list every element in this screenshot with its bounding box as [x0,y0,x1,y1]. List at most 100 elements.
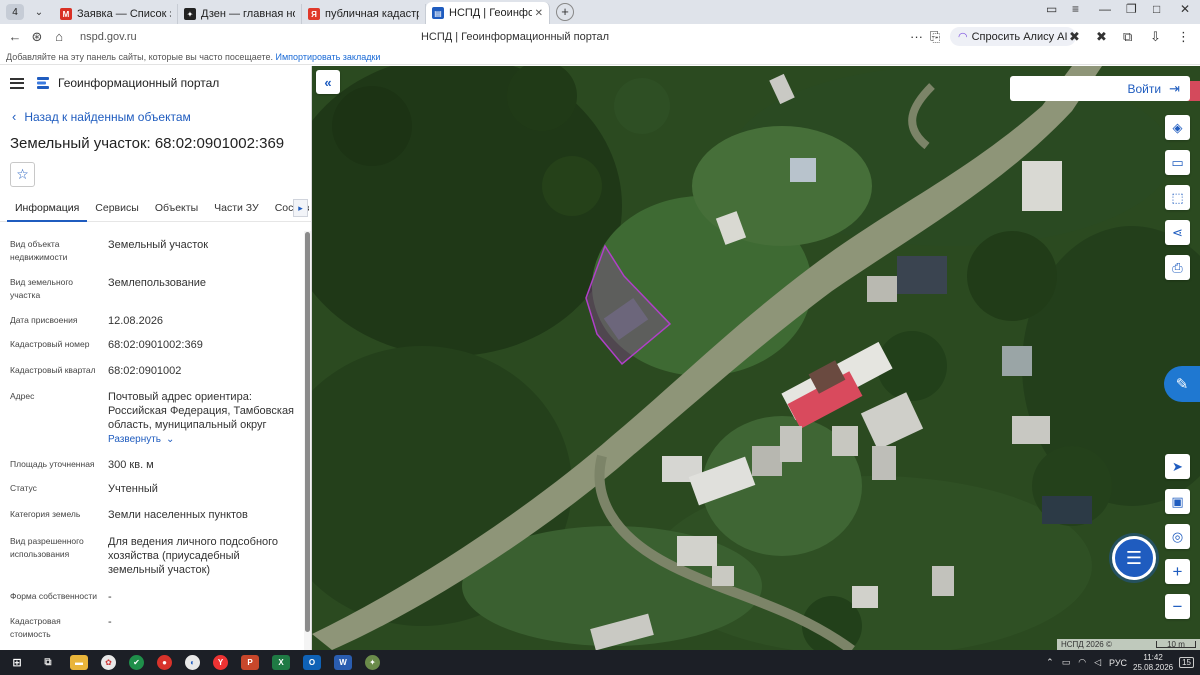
login-button[interactable]: Войти ⇥ [1010,76,1190,101]
tab-count-badge[interactable]: 4 [6,4,24,20]
file-explorer-icon[interactable]: ▬ [70,655,88,670]
yandex-protect-icon[interactable]: ⊛ [26,29,48,45]
yandex-browser-icon[interactable]: Y [213,655,228,670]
satellite-imagery [312,66,1200,650]
layers-icon[interactable]: ◈ [1165,115,1190,140]
maximize-icon[interactable]: □ [1153,2,1160,16]
tab-services[interactable]: Сервисы [87,197,147,222]
print-icon[interactable]: ⎙ [1165,255,1190,280]
downloads-icon[interactable]: ⇩ [1150,29,1161,45]
app-icon-1[interactable]: ✿ [101,655,116,670]
share-icon[interactable]: ⋖ [1165,220,1190,245]
satellite-map[interactable]: Войти ⇥ ◈ ▭ ⬚ ⋖ ⎙ ✎ ➤ ▣ ◎ ☰ + − НСПД 202… [312,66,1200,650]
double-chevron-left-icon: « [324,74,332,90]
tab-info[interactable]: Информация [7,197,88,222]
tab-list-chevron-icon[interactable]: ⌄ [30,7,48,18]
collapse-panel-button[interactable]: « [316,70,340,94]
word-icon[interactable]: W [334,655,352,670]
minimize-icon[interactable]: — [1099,2,1111,16]
browser-tab[interactable]: ✦ Дзен — главная новостная [178,4,302,24]
app-icon-4[interactable]: ✦ [365,655,380,670]
browser-tab-bar: 4 ⌄ M Заявка — Список заявок ✦ Дзен — главн… [0,0,1200,24]
expand-address-link[interactable]: Развернуть ⌄ [108,433,174,447]
windows-start-icon[interactable]: ⊞ [8,655,26,670]
nspd-icon: ▤ [432,7,444,19]
chevron-down-icon: ⌄ [166,434,175,445]
back-arrow-icon[interactable]: ← [4,29,26,44]
alice-label: Спросить Алису AI [971,30,1068,43]
tray-chevron-icon[interactable]: ⌃ [1046,657,1054,668]
wifi-icon[interactable]: ◠ [1078,657,1086,668]
property-key: Категория земель [10,509,81,519]
menu-icon[interactable]: ⋮ [1177,29,1190,45]
property-key: Статус [10,483,37,493]
extensions-icon[interactable]: ⧉ [1123,29,1132,45]
zoom-out-button[interactable]: − [1165,594,1190,619]
hamburger-menu-icon[interactable] [10,77,24,89]
volume-icon[interactable]: ◁ [1094,657,1101,668]
app-icon-3[interactable]: ◐ [185,655,200,670]
clock-date: 25.08.2026 [1133,662,1174,672]
browser-tab[interactable]: M Заявка — Список заявок [54,4,178,24]
tab-objects[interactable]: Объекты [147,197,206,222]
navigate-location-icon[interactable]: ➤ [1165,454,1190,479]
favorite-star-button[interactable]: ☆ [10,162,35,187]
nspd-logo-icon [37,77,49,89]
outlook-icon[interactable]: O [303,655,321,670]
alice-icon: ◠ [958,31,968,43]
bookmark-icon[interactable]: ⎘ [930,29,940,45]
geolocation-icon[interactable]: ◎ [1165,524,1190,549]
more-dots-icon[interactable]: ··· [910,29,923,44]
map-attribution: НСПД 2026 © 10 m [1057,639,1200,650]
import-bookmarks-link[interactable]: Импортировать закладки [276,52,381,62]
extension-1-icon[interactable]: ✖ [1069,29,1080,45]
zoom-in-button[interactable]: + [1165,559,1190,584]
excel-icon[interactable]: X [272,655,290,670]
browser-tab-title: Дзен — главная новостная [201,8,295,20]
assistant-side-tab-icon[interactable]: ✎ [1164,366,1200,402]
chevron-left-icon: ‹ [12,109,17,124]
lock-icon[interactable]: ⌂ [48,29,70,44]
login-arrow-icon: ⇥ [1169,80,1180,96]
property-key: Кадастровая стоимость [10,616,61,639]
tab-parts[interactable]: Части ЗУ [206,197,267,222]
back-label: Назад к найденным объектам [24,109,191,124]
task-view-icon[interactable]: ⧉ [39,655,57,670]
property-key: Площадь уточненная [10,459,95,469]
network-icon[interactable]: ▭ [1062,657,1071,668]
app-icon-2[interactable]: ● [157,655,172,670]
property-value: 300 кв. м [108,459,154,471]
back-to-results-link[interactable]: ‹ Назад к найденным объектам [12,109,191,124]
browser-tab[interactable]: ▤ НСПД | Геоинформационный✕ [426,2,550,24]
property-value: Почтовый адрес ориентира: Российская Фед… [108,390,298,447]
kaspersky-icon[interactable]: ✔ [129,655,144,670]
language-indicator[interactable]: РУС [1109,658,1127,668]
object-info-panel: Геоинформационный портал ‹ Назад к найде… [0,66,312,650]
close-tab-icon[interactable]: ✕ [535,8,543,19]
property-key: Форма собственности [10,591,97,601]
ask-alice-button[interactable]: ◠ Спросить Алису AI [950,27,1076,46]
property-value: Учтенный [108,483,158,495]
chat-bot-button[interactable]: ☰ [1112,536,1156,580]
powerpoint-icon[interactable]: P [241,655,259,670]
extension-2-icon[interactable]: ✖ [1096,29,1107,45]
ruler-icon[interactable]: ▭ [1165,150,1190,175]
close-window-icon[interactable]: ✕ [1180,2,1190,16]
url-field[interactable]: nspd.gov.ru [80,31,137,43]
bookmark-window-icon[interactable]: ▭ [1046,2,1057,16]
address-bar: ← ⊛ ⌂ nspd.gov.ru НСПД | Геоинформационн… [0,24,1200,49]
new-tab-button[interactable]: + [556,3,574,21]
notifications-icon[interactable]: 15 [1179,657,1194,668]
property-key: Вид разрешенного использования [10,536,84,559]
select-area-icon[interactable]: ⬚ [1165,185,1190,210]
minimap-icon[interactable]: ▣ [1165,489,1190,514]
tabs-scroll-right-icon[interactable]: ▸ [293,199,308,217]
bookmarks-bar: Добавляйте на эту панель сайты, которые … [0,49,1200,65]
panel-scrollbar-thumb[interactable] [305,232,310,632]
panel-tabs: Информация Сервисы Объекты Части ЗУ Сост… [0,197,311,222]
browser-tab[interactable]: Япубличная кадастровая к [302,4,426,24]
ellipsis-menu-icon[interactable]: ≡ [1072,2,1079,16]
clock[interactable]: 11:42 25.08.2026 [1133,653,1173,673]
browser-tab-title: Заявка — Список заявок [77,8,171,20]
restore-icon[interactable]: ❐ [1126,2,1137,16]
